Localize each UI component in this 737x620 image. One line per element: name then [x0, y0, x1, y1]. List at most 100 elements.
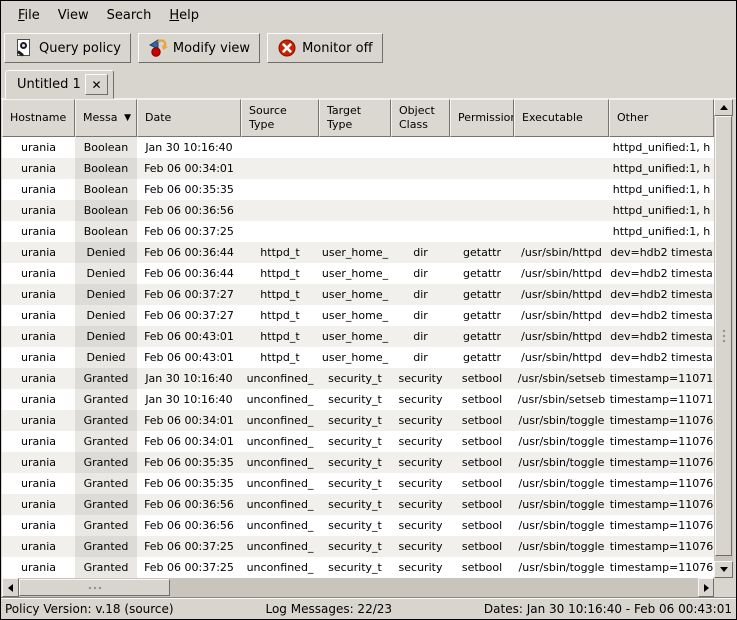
monitor-off-label: Monitor off: [302, 41, 372, 56]
cell-object-class: security: [391, 536, 450, 557]
cell-messa: Granted: [75, 515, 137, 536]
policy-version-status: Policy Version: v.18 (source): [5, 602, 174, 616]
cell-date: Feb 06 00:34:01: [137, 410, 241, 431]
cell-other: dev=hdb2 timesta: [609, 347, 714, 368]
cell-executable: /usr/sbin/toggle: [514, 452, 609, 473]
table-row[interactable]: uraniaGrantedFeb 06 00:36:56unconfined_s…: [2, 515, 714, 536]
cell-source-type: unconfined_: [241, 536, 319, 557]
cell-executable: /usr/sbin/httpd: [514, 284, 609, 305]
table-row[interactable]: uraniaGrantedJan 30 10:16:40unconfined_s…: [2, 389, 714, 410]
cell-messa: Denied: [75, 263, 137, 284]
table-header-row: HostnameMessa▼DateSource TypeTarget Type…: [2, 99, 714, 137]
table-row[interactable]: uraniaGrantedFeb 06 00:35:35unconfined_s…: [2, 452, 714, 473]
scroll-down-button[interactable]: [714, 561, 733, 578]
cell-permission: setbool: [450, 368, 514, 389]
horizontal-scrollbar[interactable]: [2, 578, 714, 597]
cell-executable: /usr/sbin/setseb: [514, 389, 609, 410]
dates-status: Dates: Jan 30 10:16:40 - Feb 06 00:43:01: [484, 602, 732, 616]
cell-hostname: urania: [2, 242, 75, 263]
column-header-permission[interactable]: Permission: [450, 99, 514, 137]
cell-target-type: security_t: [319, 452, 391, 473]
monitor-off-button[interactable]: Monitor off: [267, 33, 382, 63]
tab-close-button[interactable]: ✕: [85, 74, 108, 95]
cell-source-type: unconfined_: [241, 452, 319, 473]
vertical-scrollbar-thumb[interactable]: [715, 116, 732, 556]
cell-object-class: [391, 221, 450, 242]
menu-view[interactable]: View: [49, 3, 98, 28]
menu-file[interactable]: File: [9, 3, 49, 28]
cell-messa: Boolean: [75, 221, 137, 242]
cell-target-type: security_t: [319, 389, 391, 410]
cell-executable: /usr/sbin/httpd: [514, 347, 609, 368]
table-row[interactable]: uraniaGrantedJan 30 10:16:40unconfined_s…: [2, 368, 714, 389]
table-row[interactable]: uraniaBooleanFeb 06 00:36:56httpd_unifie…: [2, 200, 714, 221]
table-row[interactable]: uraniaGrantedFeb 06 00:35:35unconfined_s…: [2, 473, 714, 494]
cell-other: httpd_unified:1, h: [609, 179, 714, 200]
table-row[interactable]: uraniaDeniedFeb 06 00:37:27httpd_tuser_h…: [2, 284, 714, 305]
horizontal-scrollbar-thumb[interactable]: [19, 579, 170, 596]
table-row[interactable]: uraniaGrantedFeb 06 00:34:01unconfined_s…: [2, 410, 714, 431]
cell-other: dev=hdb2 timesta: [609, 284, 714, 305]
column-header-date[interactable]: Date: [137, 99, 241, 137]
column-header-label: Executable: [522, 111, 583, 125]
column-header-messa[interactable]: Messa▼: [75, 99, 137, 137]
modify-view-button[interactable]: Modify view: [138, 33, 260, 63]
cell-other: dev=hdb2 timesta: [609, 326, 714, 347]
cell-source-type: [241, 179, 319, 200]
cell-executable: /usr/sbin/toggle: [514, 515, 609, 536]
log-table: HostnameMessa▼DateSource TypeTarget Type…: [2, 99, 733, 597]
column-header-executable[interactable]: Executable: [514, 99, 609, 137]
menubar: FileViewSearchHelp: [1, 1, 736, 29]
tab-untitled-1[interactable]: Untitled 1 ✕: [5, 70, 114, 99]
cell-object-class: dir: [391, 263, 450, 284]
scroll-left-button[interactable]: [2, 578, 19, 597]
cell-source-type: httpd_t: [241, 242, 319, 263]
table-row[interactable]: uraniaGrantedFeb 06 00:34:01unconfined_s…: [2, 431, 714, 452]
table-row[interactable]: uraniaDeniedFeb 06 00:43:01httpd_tuser_h…: [2, 326, 714, 347]
cell-object-class: [391, 179, 450, 200]
column-header-source-type[interactable]: Source Type: [241, 99, 319, 137]
column-header-target-type[interactable]: Target Type: [319, 99, 391, 137]
cell-date: Feb 06 00:35:35: [137, 473, 241, 494]
scroll-up-button[interactable]: [714, 99, 733, 116]
cell-other: timestamp=11071: [609, 389, 714, 410]
cell-other: timestamp=11076: [609, 494, 714, 515]
cell-other: timestamp=11076: [609, 557, 714, 578]
table-row[interactable]: uraniaDeniedFeb 06 00:37:27httpd_tuser_h…: [2, 305, 714, 326]
query-policy-button[interactable]: Query policy: [4, 33, 131, 63]
toolbar: Query policy Modify view Monitor off: [1, 29, 736, 67]
vertical-scrollbar[interactable]: [714, 99, 733, 578]
cell-source-type: unconfined_: [241, 494, 319, 515]
cell-target-type: security_t: [319, 536, 391, 557]
cell-target-type: user_home_: [319, 242, 391, 263]
cell-hostname: urania: [2, 263, 75, 284]
table-row[interactable]: uraniaBooleanJan 30 10:16:40httpd_unifie…: [2, 137, 714, 158]
menu-search[interactable]: Search: [98, 3, 161, 28]
table-row[interactable]: uraniaDeniedFeb 06 00:36:44httpd_tuser_h…: [2, 263, 714, 284]
cell-permission: setbool: [450, 515, 514, 536]
column-header-hostname[interactable]: Hostname: [2, 99, 75, 137]
table-row[interactable]: uraniaBooleanFeb 06 00:37:25httpd_unifie…: [2, 221, 714, 242]
table-row[interactable]: uraniaGrantedFeb 06 00:37:25unconfined_s…: [2, 536, 714, 557]
cell-messa: Denied: [75, 242, 137, 263]
cell-permission: [450, 179, 514, 200]
column-header-other[interactable]: Other: [609, 99, 714, 137]
scroll-right-button[interactable]: [698, 578, 714, 597]
cell-object-class: dir: [391, 347, 450, 368]
table-row[interactable]: uraniaBooleanFeb 06 00:35:35httpd_unifie…: [2, 179, 714, 200]
cell-messa: Boolean: [75, 179, 137, 200]
cell-target-type: [319, 158, 391, 179]
table-row[interactable]: uraniaBooleanFeb 06 00:34:01httpd_unifie…: [2, 158, 714, 179]
table-row[interactable]: uraniaGrantedFeb 06 00:36:56unconfined_s…: [2, 494, 714, 515]
column-header-object-class[interactable]: Object Class: [391, 99, 450, 137]
cell-object-class: dir: [391, 305, 450, 326]
cell-messa: Granted: [75, 410, 137, 431]
cell-messa: Granted: [75, 536, 137, 557]
cell-hostname: urania: [2, 326, 75, 347]
cell-source-type: httpd_t: [241, 263, 319, 284]
table-row[interactable]: uraniaGrantedFeb 06 00:37:25unconfined_s…: [2, 557, 714, 578]
table-row[interactable]: uraniaDeniedFeb 06 00:43:01httpd_tuser_h…: [2, 347, 714, 368]
cell-other: dev=hdb2 timesta: [609, 242, 714, 263]
menu-help[interactable]: Help: [160, 3, 208, 28]
table-row[interactable]: uraniaDeniedFeb 06 00:36:44httpd_tuser_h…: [2, 242, 714, 263]
